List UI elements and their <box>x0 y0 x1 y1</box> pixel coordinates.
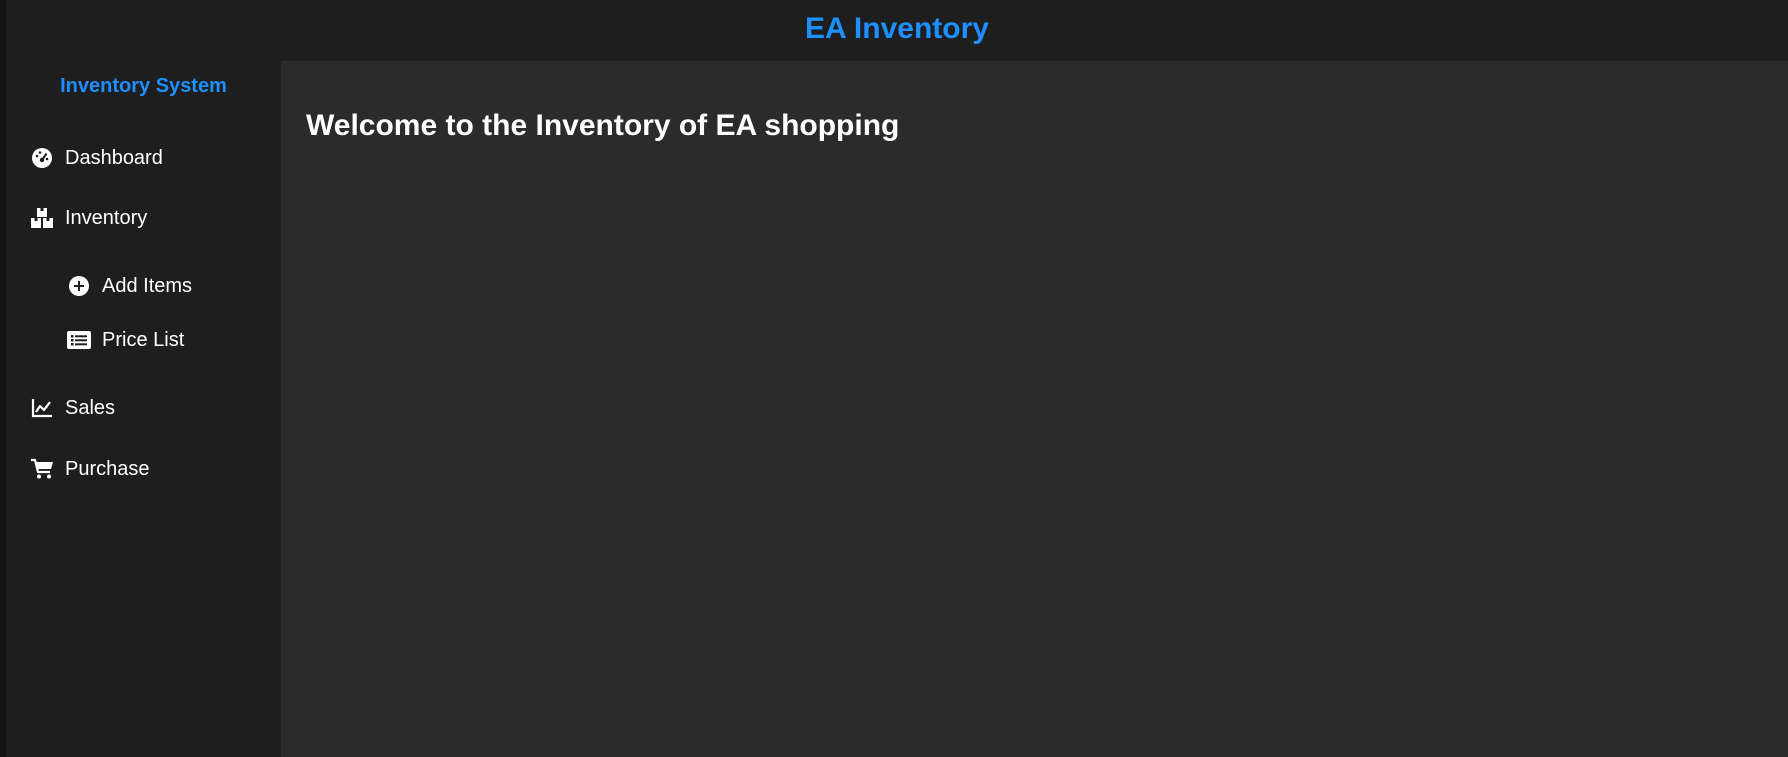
app-title: EA Inventory <box>805 12 989 45</box>
dashboard-gauge-icon <box>29 145 55 171</box>
sidebar-item-dashboard[interactable]: Dashboard <box>29 145 163 171</box>
sidebar-item-label: Sales <box>65 396 116 419</box>
sidebar-item-label: Price List <box>102 328 185 351</box>
sidebar-item-price-list[interactable]: Price List <box>66 327 184 353</box>
page-title: Welcome to the Inventory of EA shopping <box>306 109 900 142</box>
plus-circle-icon <box>66 273 92 299</box>
app-window: EA Inventory Inventory System Dashboard <box>0 0 1788 757</box>
sidebar-brand: Inventory System <box>60 75 227 97</box>
main-content: Welcome to the Inventory of EA shopping <box>281 61 1788 757</box>
sidebar-item-label: Purchase <box>65 457 150 480</box>
cart-icon <box>29 456 55 482</box>
line-chart-icon <box>29 395 55 421</box>
list-icon <box>66 327 92 353</box>
sidebar-item-sales[interactable]: Sales <box>29 395 115 421</box>
top-header: EA Inventory <box>6 0 1788 61</box>
sidebar-item-purchase[interactable]: Purchase <box>29 456 150 482</box>
sidebar-item-label: Dashboard <box>65 146 163 169</box>
boxes-icon <box>29 205 55 231</box>
sidebar-item-label: Inventory <box>65 206 148 229</box>
sidebar: Inventory System Dashboard Inventory Add… <box>6 61 281 757</box>
sidebar-item-label: Add Items <box>102 274 193 297</box>
sidebar-item-add-items[interactable]: Add Items <box>66 273 192 299</box>
sidebar-item-inventory[interactable]: Inventory <box>29 205 147 231</box>
